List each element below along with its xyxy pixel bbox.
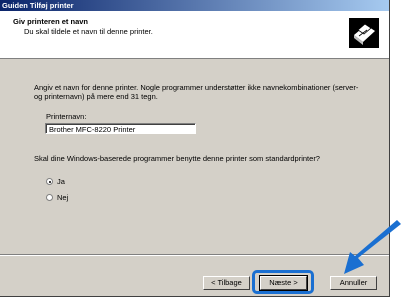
radio-yes[interactable]: Ja: [46, 177, 65, 186]
pointer-arrow-icon: [344, 220, 401, 274]
radio-yes-button[interactable]: [46, 178, 53, 185]
header-subtitle: Du skal tildele et navn til denne printe…: [24, 27, 153, 36]
default-printer-question: Skal dine Windows-baserede programmer be…: [34, 154, 320, 163]
printer-name-input[interactable]: Brother MFC-8220 Printer: [45, 123, 196, 134]
radio-no-button[interactable]: [46, 194, 53, 201]
printer-name-label: Printernavn:: [46, 112, 87, 121]
cancel-button[interactable]: Annuller: [330, 276, 377, 290]
header-title: Giv printeren et navn: [13, 17, 89, 26]
printer-wizard-icon: [348, 17, 380, 49]
radio-yes-label: Ja: [57, 177, 65, 186]
window-title: Guiden Tilføj printer: [2, 1, 74, 10]
radio-no-label: Nej: [57, 193, 69, 202]
title-bar[interactable]: Guiden Tilføj printer: [0, 0, 389, 11]
intro-text: Angiv et navn for denne printer. Nogle p…: [34, 83, 359, 101]
back-button[interactable]: < Tilbage: [203, 276, 250, 290]
radio-no[interactable]: Nej: [46, 193, 68, 202]
wizard-header: Giv printeren et navn Du skal tildele et…: [0, 11, 389, 59]
